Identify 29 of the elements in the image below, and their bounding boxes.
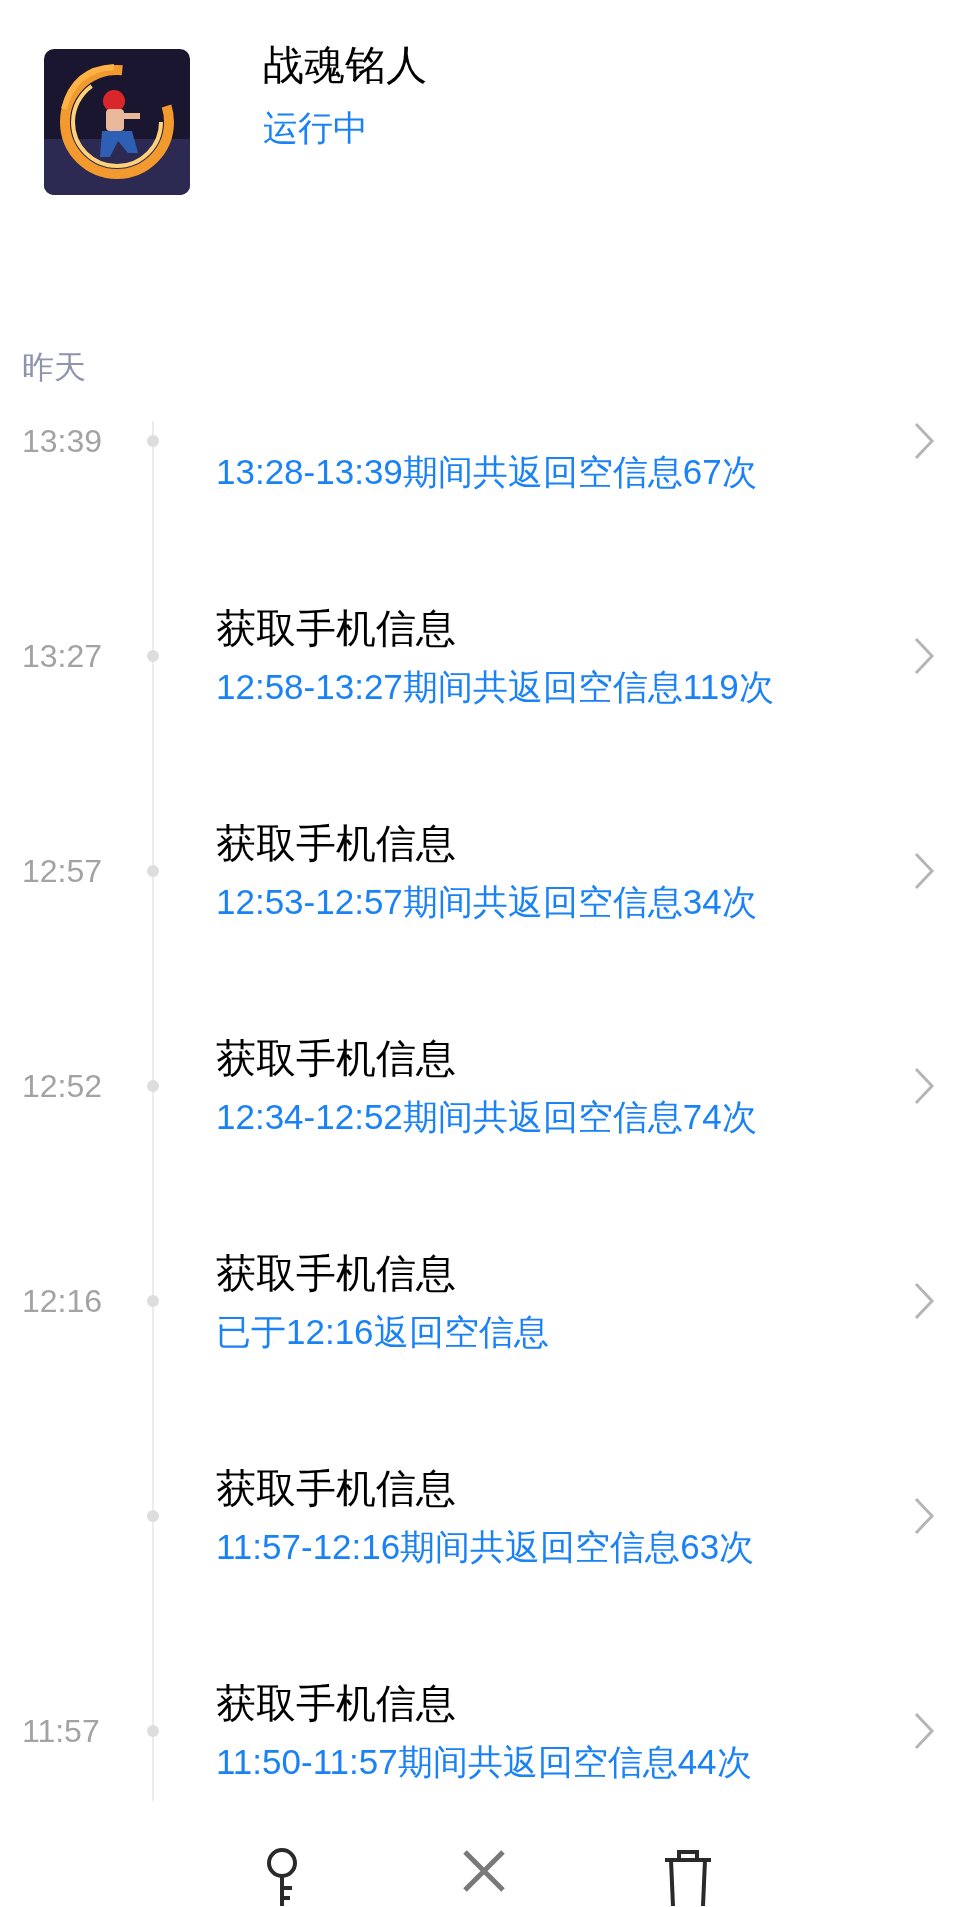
chevron-right-icon[interactable] [913,1065,935,1106]
record-title: 获取手机信息 [216,1679,457,1727]
chevron-right-icon[interactable] [913,635,935,676]
chevron-right-icon[interactable] [913,1710,935,1751]
section-header: 昨天 [22,348,86,387]
record-title: 获取手机信息 [216,1034,457,1082]
chevron-right-icon[interactable] [913,850,935,891]
chevron-right-icon[interactable] [913,421,935,461]
time-label: 13:27 [22,637,103,674]
time-label: 12:52 [22,1067,103,1104]
time-label: 12:16 [22,1282,103,1319]
record-title: 获取手机信息 [216,1249,457,1297]
record-detail: 12:34-12:52期间共返回空信息74次 [216,1095,758,1138]
record-detail: 12:58-13:27期间共返回空信息119次 [216,665,775,708]
time-label: 13:39 [22,422,103,459]
app-status: 运行中 [263,107,368,149]
app-name: 战魂铭人 [263,41,427,90]
chevron-right-icon[interactable] [913,1495,935,1536]
record-detail: 已于12:16返回空信息 [216,1310,550,1353]
record-title: 获取手机信息 [216,604,457,652]
record-detail: 11:50-11:57期间共返回空信息44次 [216,1740,753,1783]
record-detail: 11:57-12:16期间共返回空信息63次 [216,1525,756,1568]
chevron-right-icon[interactable] [913,1280,935,1321]
record-title: 获取手机信息 [216,1464,457,1512]
time-label: 11:57 [22,1712,100,1749]
record-detail: 12:53-12:57期间共返回空信息34次 [216,880,758,923]
time-label: 12:57 [22,852,103,889]
record-title: 获取手机信息 [216,819,457,867]
record-detail: 13:28-13:39期间共返回空信息67次 [216,450,758,493]
